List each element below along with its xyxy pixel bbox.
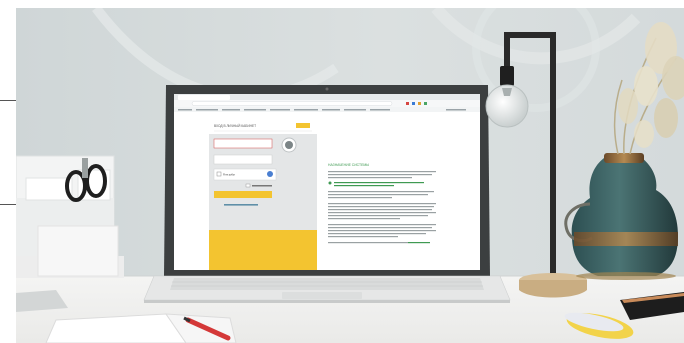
desk-scene: ВХОД В ЛИЧНЫЙ КАБИНЕТ Я не робот НАЗНАЧЕ… bbox=[16, 8, 684, 343]
info-link-line[interactable] bbox=[328, 242, 430, 244]
browser-address-bar[interactable] bbox=[191, 101, 393, 106]
laptop: ВХОД В ЛИЧНЫЙ КАБИНЕТ Я не робот НАЗНАЧЕ… bbox=[143, 85, 511, 303]
left-divider-bottom bbox=[0, 204, 16, 205]
left-divider-top bbox=[0, 100, 16, 101]
webcam bbox=[325, 87, 329, 91]
captcha-icon bbox=[267, 171, 273, 177]
laptop-touchpad bbox=[282, 292, 362, 299]
login-submit-button[interactable] bbox=[214, 191, 272, 198]
laptop-keyboard bbox=[170, 278, 484, 290]
help-link[interactable] bbox=[224, 204, 258, 206]
login-title: ВХОД В ЛИЧНЫЙ КАБИНЕТ bbox=[214, 124, 256, 128]
scene-canvas: ВХОД В ЛИЧНЫЙ КАБИНЕТ Я не робот НАЗНАЧЕ… bbox=[16, 8, 684, 343]
captcha-checkbox[interactable] bbox=[216, 171, 222, 177]
login-panel: ВХОД В ЛИЧНЫЙ КАБИНЕТ Я не робот bbox=[209, 123, 317, 270]
login-logo-emblem bbox=[285, 141, 293, 149]
lamp-pole bbox=[550, 32, 556, 278]
login-field-select[interactable] bbox=[213, 154, 273, 165]
vase-band bbox=[574, 232, 678, 246]
remember-label bbox=[252, 185, 272, 187]
lamp-arm-top bbox=[504, 32, 556, 38]
info-panel: НАЗНАЧЕНИЕ СИСТЕМЫ bbox=[328, 163, 436, 244]
vase-rim bbox=[604, 153, 644, 163]
photo-frame: ВХОД В ЛИЧНЫЙ КАБИНЕТ Я не робот НАЗНАЧЕ… bbox=[0, 0, 684, 343]
browser-tab[interactable] bbox=[178, 95, 230, 100]
lamp-socket bbox=[500, 66, 514, 86]
login-footer-band bbox=[209, 230, 317, 270]
laptop-base-edge bbox=[144, 300, 510, 303]
info-heading: НАЗНАЧЕНИЕ СИСТЕМЫ bbox=[328, 163, 369, 167]
remember-checkbox[interactable] bbox=[245, 183, 251, 188]
login-field-ecp[interactable] bbox=[213, 138, 273, 149]
login-lang-button[interactable] bbox=[296, 123, 310, 128]
captcha-label: Я не робот bbox=[223, 174, 236, 177]
